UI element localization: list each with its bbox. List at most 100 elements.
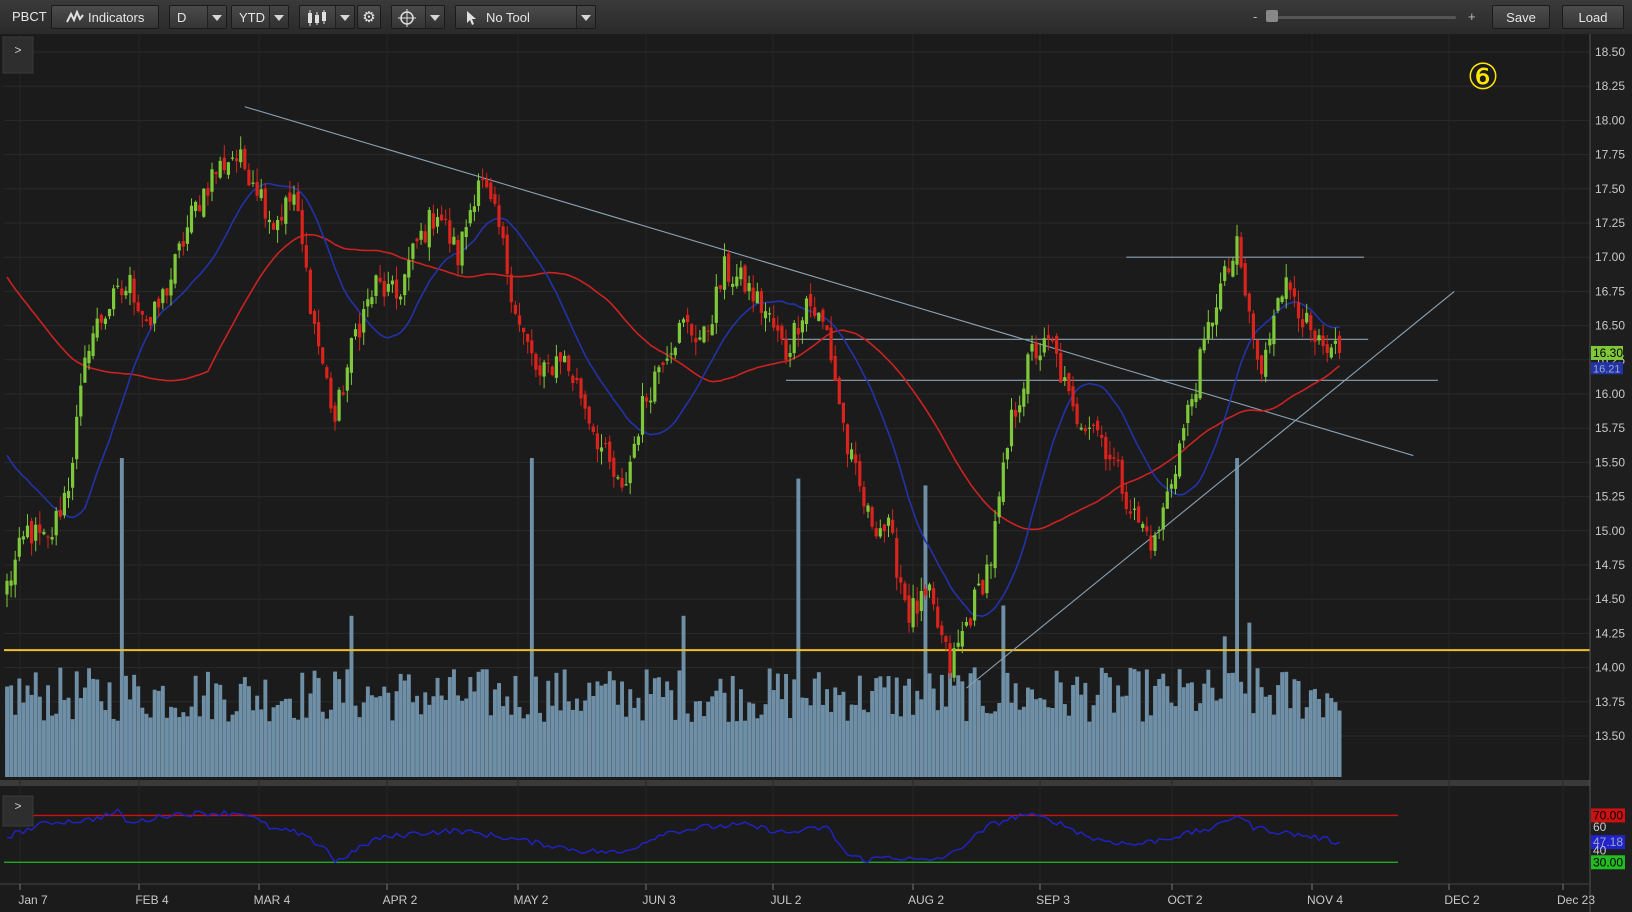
time-axis-label: MAR 4 xyxy=(254,893,291,907)
candle-body xyxy=(444,218,448,220)
candle-body xyxy=(973,589,977,621)
candle-body xyxy=(1214,307,1219,325)
volume-bar xyxy=(230,714,235,777)
candle-body xyxy=(386,283,390,292)
volume-bar xyxy=(1292,679,1297,777)
volume-bar xyxy=(222,699,227,777)
load-button[interactable]: Load xyxy=(1562,5,1624,29)
candle-body xyxy=(1227,268,1231,273)
volume-bar xyxy=(189,706,194,777)
volume-bar xyxy=(546,680,551,777)
volume-bar xyxy=(263,679,268,777)
candle-body xyxy=(116,285,120,287)
volume-bar xyxy=(775,673,780,777)
volume-bar xyxy=(866,712,870,777)
volume-bar xyxy=(247,686,251,777)
collapse-price-button[interactable]: > xyxy=(2,36,34,74)
candle-body xyxy=(501,226,505,239)
candle-body xyxy=(891,519,895,533)
chevron-down-icon xyxy=(269,6,288,28)
volume-bar xyxy=(636,697,641,777)
candle-body xyxy=(497,205,501,228)
symbol-field[interactable]: PBCT xyxy=(4,5,47,29)
volume-bar xyxy=(952,685,957,777)
chevron-down-icon xyxy=(207,6,226,28)
volume-bar xyxy=(1026,687,1030,777)
save-button[interactable]: Save xyxy=(1492,5,1550,29)
volume-bar xyxy=(907,678,911,777)
candle-body xyxy=(915,600,919,614)
volume-bar xyxy=(42,720,46,777)
volume-bar xyxy=(165,717,169,777)
volume-bar xyxy=(816,672,821,777)
candle-body xyxy=(833,355,837,381)
volume-bar xyxy=(103,710,108,777)
zoom-slider-track[interactable] xyxy=(1268,16,1456,19)
candle-body xyxy=(895,538,899,578)
volume-bar xyxy=(550,705,555,777)
candle-body xyxy=(128,274,132,294)
drawing-tool-dropdown[interactable]: No Tool xyxy=(455,5,596,29)
zoom-slider-handle[interactable] xyxy=(1266,10,1278,22)
candle-body xyxy=(640,396,645,435)
candle-body xyxy=(1137,506,1141,523)
volume-bar xyxy=(1132,669,1137,777)
volume-bar xyxy=(353,705,358,777)
volume-bar xyxy=(435,677,440,777)
candle-body xyxy=(759,291,763,313)
volume-bar xyxy=(685,713,690,777)
price-tick-label: 18.25 xyxy=(1595,79,1625,93)
indicators-button[interactable]: Indicators xyxy=(51,5,159,29)
volume-bar xyxy=(345,669,350,777)
zoom-out-button[interactable]: - xyxy=(1253,5,1263,29)
chart-style-dropdown[interactable] xyxy=(299,5,355,29)
candle-body xyxy=(423,231,427,243)
candle-body xyxy=(1219,283,1223,310)
volume-bar xyxy=(1071,684,1075,777)
zoom-in-button[interactable]: + xyxy=(1468,5,1478,29)
volume-bar xyxy=(788,718,793,777)
panel-separator[interactable] xyxy=(0,780,1590,786)
volume-bar xyxy=(255,695,260,777)
candlestick-style-icon xyxy=(308,10,326,26)
crosshair-dropdown[interactable] xyxy=(391,5,445,29)
candle-body xyxy=(226,162,230,175)
volume-bar xyxy=(570,709,575,777)
candle-body xyxy=(747,283,751,292)
candle-body xyxy=(1173,473,1178,489)
candle-body xyxy=(300,210,304,245)
volume-bar xyxy=(460,700,465,777)
candle-body xyxy=(677,322,681,343)
volume-bar xyxy=(370,695,374,777)
candle-body xyxy=(329,377,333,409)
candle-body xyxy=(1251,313,1255,339)
candle-body xyxy=(1268,338,1272,346)
price-axis: 18.50 18.25 18.00 17.75 17.50 17.25 17.00 16.75… xyxy=(1589,34,1632,912)
candle-body xyxy=(558,352,563,362)
candle-body xyxy=(821,309,825,322)
volume-bar xyxy=(833,687,838,777)
candle-body xyxy=(936,606,940,628)
collapse-rsi-button[interactable]: > xyxy=(2,795,34,827)
candle-body xyxy=(923,588,927,596)
candle-body xyxy=(247,169,251,186)
candle-body xyxy=(411,243,415,259)
volume-bar xyxy=(21,702,26,777)
candle-body xyxy=(1141,523,1145,528)
chart-area[interactable]: 18.50 18.25 18.00 17.75 17.50 17.25 17.00 16.75… xyxy=(0,34,1632,912)
volume-bar xyxy=(419,714,424,777)
aggregation-dropdown[interactable]: D xyxy=(169,5,227,29)
volume-bar xyxy=(111,718,116,777)
range-dropdown[interactable]: YTD xyxy=(231,5,289,29)
volume-bar xyxy=(1214,700,1219,777)
candle-body xyxy=(776,325,780,331)
volume-bar xyxy=(1325,693,1330,777)
candle-body xyxy=(866,505,870,512)
candle-body xyxy=(83,357,87,383)
volume-bar xyxy=(160,685,165,777)
candle-body xyxy=(1264,349,1268,377)
volume-bar xyxy=(513,675,518,777)
candle-body xyxy=(312,310,317,324)
settings-button[interactable]: ⚙ xyxy=(357,5,381,29)
indicators-icon xyxy=(66,10,84,23)
